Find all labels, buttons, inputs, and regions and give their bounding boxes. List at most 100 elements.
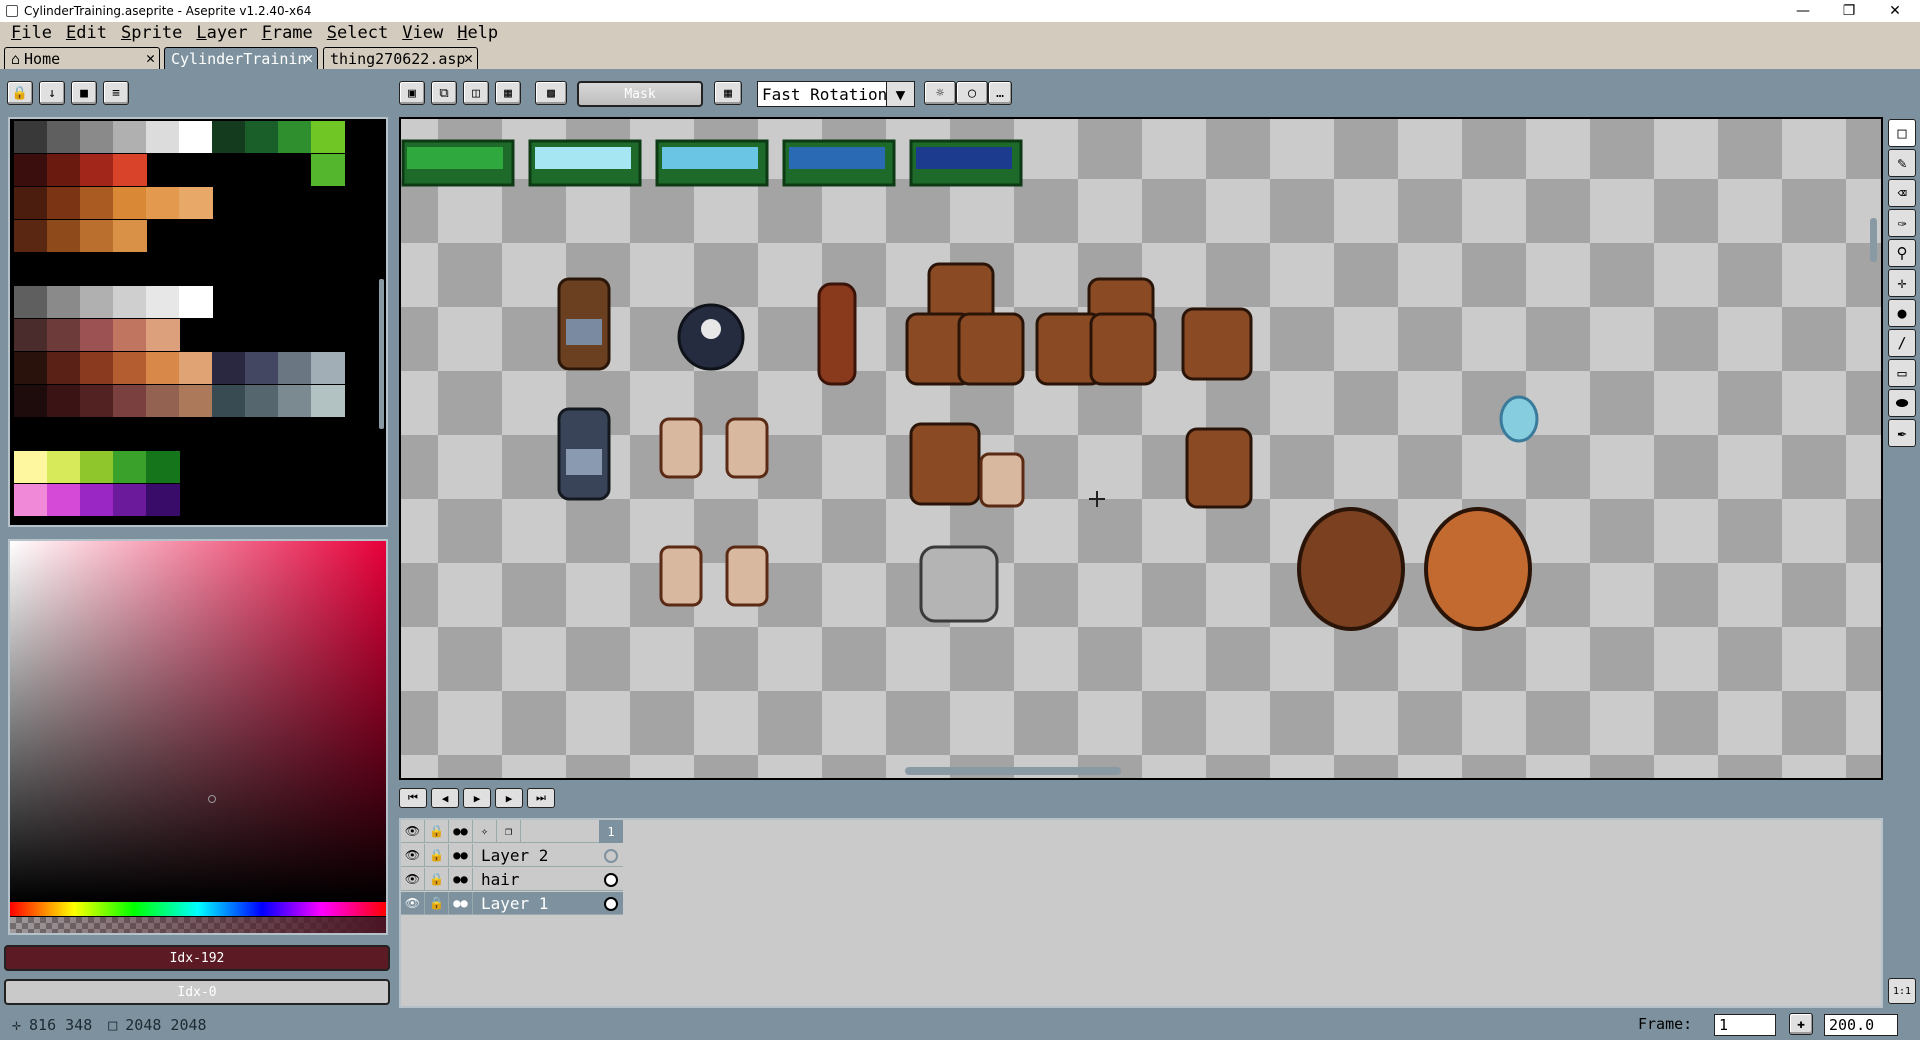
background-color-button[interactable]: Idx-0 (4, 979, 390, 1005)
eye-icon[interactable]: 👁 (401, 843, 425, 867)
palette-swatch[interactable] (146, 451, 180, 483)
move-tool[interactable]: ✛ (1888, 269, 1916, 297)
close-icon[interactable]: ✕ (146, 49, 155, 67)
palette-swatch[interactable] (113, 154, 147, 186)
palette-swatch[interactable] (179, 121, 213, 153)
palette-swatch[interactable] (146, 352, 180, 384)
palette-swatch[interactable] (245, 121, 279, 153)
foreground-color-button[interactable]: Idx-192 (4, 945, 390, 971)
empty-cel[interactable] (599, 844, 623, 867)
close-icon[interactable]: ✕ (464, 49, 473, 67)
alpha-slider[interactable] (10, 917, 386, 933)
tab-cylinder-training[interactable]: CylinderTrainin ✕ (164, 47, 318, 69)
layer-row[interactable]: 👁 🔒 ●● hair (401, 867, 623, 891)
mask-color-button[interactable]: Mask (577, 81, 703, 107)
zoom-input[interactable]: 200.0 (1824, 1014, 1898, 1036)
close-icon[interactable]: ✕ (304, 49, 313, 67)
palette-swatch[interactable] (14, 187, 48, 219)
pencil-tool[interactable]: ✎ (1888, 149, 1916, 177)
palette-swatch[interactable] (146, 484, 180, 516)
palette-swatch[interactable] (212, 121, 246, 153)
next-frame-button[interactable]: ▶ (495, 788, 523, 808)
palette-swatch[interactable] (113, 286, 147, 318)
palette-swatch[interactable] (212, 352, 246, 384)
cel[interactable] (599, 892, 623, 915)
line-tool[interactable]: ∕ (1888, 329, 1916, 357)
palette-swatch[interactable] (278, 121, 312, 153)
palette-swatch[interactable] (47, 451, 81, 483)
palette-swatch[interactable] (14, 319, 48, 351)
palette-swatch[interactable] (113, 319, 147, 351)
canvas-horizontal-scrollbar[interactable] (905, 767, 1121, 775)
palette-swatch[interactable] (80, 319, 114, 351)
rotation-algorithm-select[interactable]: Fast Rotation ▼ (757, 81, 915, 107)
selection-add-button[interactable]: ⧉ (431, 81, 457, 105)
eye-icon[interactable]: 👁 (401, 867, 425, 891)
palette-swatch[interactable] (278, 385, 312, 417)
onion-skin-icon[interactable]: ❐ (497, 819, 521, 843)
pivot-button[interactable]: ▦ (714, 81, 742, 105)
menu-select[interactable]: Select (320, 22, 395, 44)
menu-layer[interactable]: Layer (189, 22, 254, 44)
paint-bucket-tool[interactable]: ● (1888, 299, 1916, 327)
palette-swatch[interactable] (146, 286, 180, 318)
palette-swatch[interactable] (14, 286, 48, 318)
palette-swatch[interactable] (14, 451, 48, 483)
palette-swatch[interactable] (14, 154, 48, 186)
menu-sprite[interactable]: Sprite (114, 22, 189, 44)
palette-swatch[interactable] (47, 385, 81, 417)
palette-swatch[interactable] (80, 286, 114, 318)
sprite-canvas[interactable] (399, 117, 1883, 780)
palette-swatch[interactable] (179, 286, 213, 318)
tab-home[interactable]: ⌂ Home ✕ (4, 47, 160, 69)
menu-view[interactable]: View (395, 22, 450, 44)
palette-swatch[interactable] (146, 121, 180, 153)
palette-swatch[interactable] (14, 121, 48, 153)
palette-swatch[interactable] (113, 187, 147, 219)
palette-presets-button[interactable]: ■ (71, 81, 97, 105)
menu-file[interactable]: File (4, 22, 59, 44)
close-window-icon[interactable]: ✕ (1872, 0, 1918, 22)
chevron-down-icon[interactable]: ▼ (886, 82, 914, 106)
frame-input[interactable]: 1 (1714, 1014, 1776, 1036)
palette-swatch[interactable] (47, 286, 81, 318)
lock-icon[interactable]: 🔒 (425, 891, 449, 915)
palette-swatch[interactable] (311, 154, 345, 186)
eye-icon[interactable]: 👁 (401, 891, 425, 915)
tab-thing[interactable]: thing270622.asp ✕ (323, 47, 478, 69)
palette-swatch[interactable] (146, 187, 180, 219)
palette-swatch[interactable] (311, 121, 345, 153)
hue-slider[interactable] (10, 902, 386, 916)
palette-swatch[interactable] (14, 385, 48, 417)
palette-swatch[interactable] (80, 187, 114, 219)
palette-swatch[interactable] (113, 451, 147, 483)
palette-swatch[interactable] (179, 187, 213, 219)
lock-icon[interactable]: 🔒 (425, 819, 449, 843)
play-button[interactable]: ▶ (463, 788, 491, 808)
palette-options-button[interactable]: ≡ (103, 81, 129, 105)
palette-swatch[interactable] (146, 319, 180, 351)
eye-icon[interactable]: 👁 (401, 819, 425, 843)
palette-swatch[interactable] (179, 385, 213, 417)
menu-help[interactable]: Help (450, 22, 505, 44)
menu-frame[interactable]: Frame (255, 22, 320, 44)
continuous-icon[interactable]: ●● (449, 843, 473, 867)
layer-row[interactable]: 👁 🔒 ●● Layer 2 (401, 843, 623, 867)
transparent-color-button[interactable]: ▩ (535, 81, 567, 105)
continuous-icon[interactable]: ●● (449, 867, 473, 891)
continuous-icon[interactable]: ●● (449, 891, 473, 915)
palette-swatch[interactable] (179, 352, 213, 384)
palette-swatch[interactable] (113, 220, 147, 252)
first-frame-button[interactable]: ⏮ (399, 788, 427, 808)
palette-swatch[interactable] (47, 220, 81, 252)
zoom-1-1-button[interactable]: 1:1 (1888, 978, 1916, 1004)
blur-tool[interactable]: ✒ (1888, 419, 1916, 447)
contour-tool[interactable]: ⬬ (1888, 389, 1916, 417)
palette-swatch[interactable] (47, 121, 81, 153)
palette-swatch[interactable] (47, 319, 81, 351)
cel[interactable] (599, 868, 623, 891)
drop-pixels-button[interactable]: ☼ (924, 81, 956, 105)
previous-frame-button[interactable]: ◀ (431, 788, 459, 808)
palette-swatch[interactable] (212, 385, 246, 417)
palette-swatch[interactable] (113, 352, 147, 384)
